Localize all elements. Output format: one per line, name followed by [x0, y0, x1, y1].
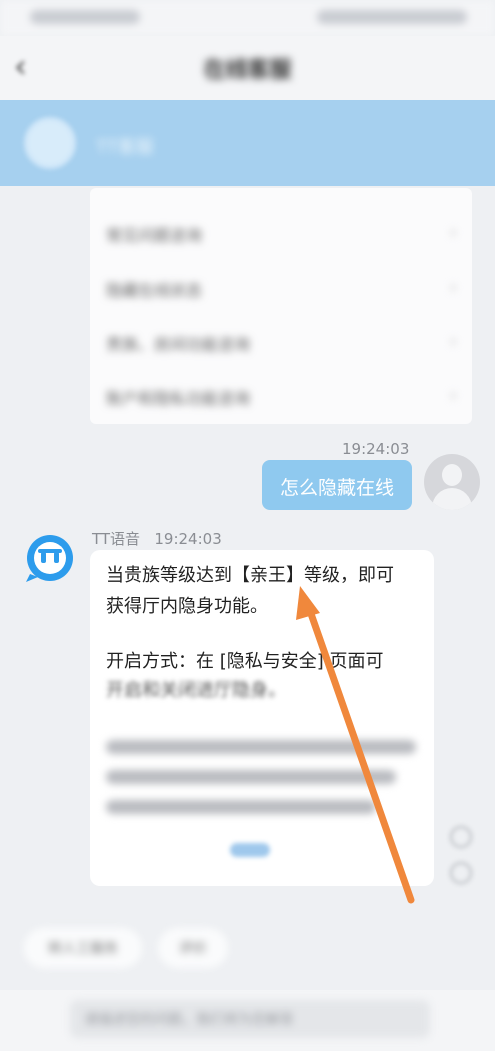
status-left-icons [30, 10, 140, 24]
user-message-bubble: 怎么隐藏在线 [262, 460, 412, 510]
bot-message-line-2: 获得厅内隐身功能。 [106, 596, 268, 617]
user-avatar[interactable] [424, 454, 480, 510]
like-icon[interactable] [450, 826, 472, 848]
bot-message-line-4: 开启和关闭进厅隐身。 [106, 680, 286, 701]
bot-sender-name: TT语音 [92, 530, 141, 548]
faq-item-2[interactable]: 隐藏在线状态 [106, 277, 202, 300]
expand-link[interactable]: 展开 [230, 843, 270, 857]
service-name: TT客服 [96, 137, 154, 158]
blurred-text-line [106, 740, 416, 754]
bot-message-line-1: 当贵族等级达到【亲王】等级，即可 [106, 565, 394, 586]
status-bar [0, 0, 495, 36]
blurred-text-line [106, 770, 396, 784]
chevron-right-icon: › [449, 222, 457, 243]
bot-message-line-3: 开启方式：在 [隐私与安全] 页面可 [106, 651, 384, 672]
tt-bot-avatar-icon [26, 535, 73, 582]
faq-item-1[interactable]: 常见问题咨询 [106, 222, 202, 245]
faq-item-3[interactable]: 贵族、房间功能咨询 [106, 331, 250, 354]
bot-sender-line: TT语音 19:24:03 [92, 528, 222, 549]
blurred-text-line [106, 800, 376, 814]
message-input[interactable]: 请描述您的问题，我们将为您解答 [70, 1000, 430, 1038]
quick-reply-human-service[interactable]: 转人工服务 [24, 928, 142, 968]
quick-reply-label: 评价 [179, 941, 207, 957]
page-title: 在线客服 [203, 58, 292, 83]
user-message-time: 19:24:03 [342, 440, 410, 458]
message-input-placeholder: 请描述您的问题，我们将为您解答 [84, 1012, 294, 1028]
quick-reply-rate[interactable]: 评价 [158, 928, 228, 968]
chevron-right-icon: › [449, 385, 457, 406]
dislike-icon[interactable] [450, 862, 472, 884]
chevron-right-icon: › [449, 331, 457, 352]
chevron-right-icon: › [449, 277, 457, 298]
status-right-icons [317, 10, 467, 24]
quick-reply-label: 转人工服务 [48, 941, 118, 957]
faq-item-4[interactable]: 账户和隐私功能咨询 [106, 385, 250, 408]
bot-message-time: 19:24:03 [154, 530, 222, 548]
user-message-text: 怎么隐藏在线 [279, 477, 394, 499]
service-avatar [24, 117, 76, 169]
